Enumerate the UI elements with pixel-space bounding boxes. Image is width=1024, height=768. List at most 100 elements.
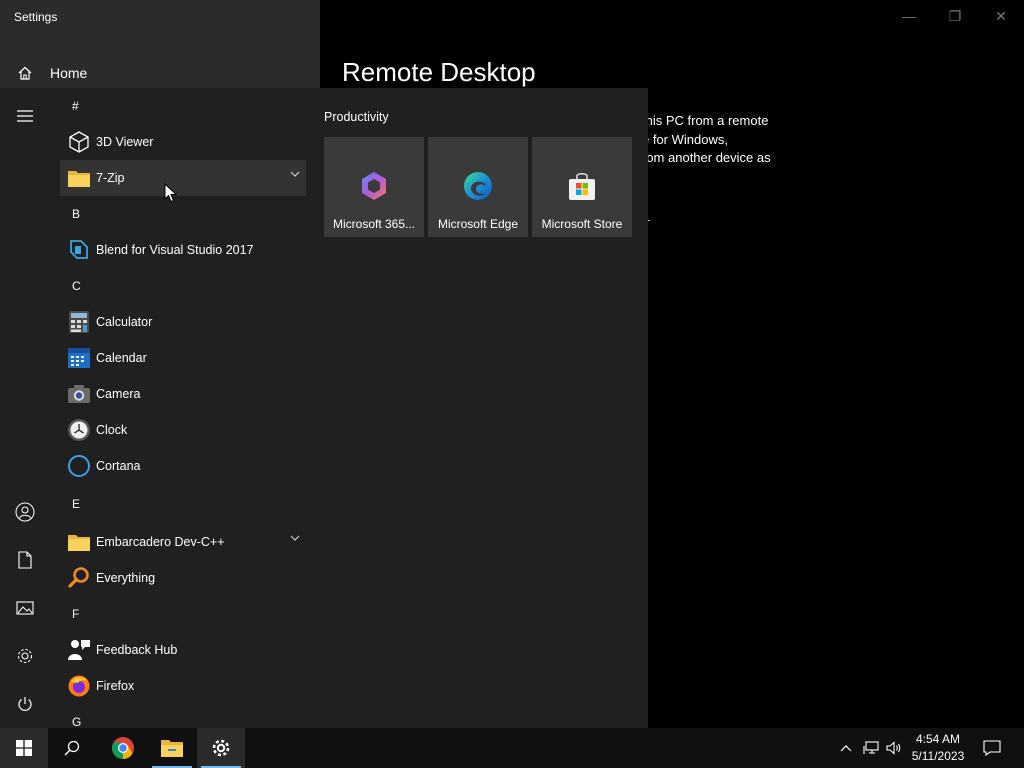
start-menu: # 3D Viewer 7-Zip B Blend for Visual Stu… (0, 88, 648, 728)
start-button[interactable] (0, 728, 48, 768)
list-item[interactable]: Calendar (60, 340, 306, 376)
list-item[interactable]: Embarcadero Dev-C++ (60, 524, 306, 560)
app-label: 7-Zip (96, 171, 125, 185)
action-center-button[interactable] (976, 728, 1008, 768)
app-label: Feedback Hub (96, 643, 178, 657)
minimize-icon: — (902, 8, 916, 24)
hamburger-icon (17, 110, 33, 122)
volume-button[interactable] (884, 728, 904, 768)
window-controls: — ❐ ✕ (886, 0, 1024, 32)
app-label: Camera (96, 387, 141, 401)
volume-icon (886, 741, 901, 755)
taskbar-settings[interactable] (197, 728, 245, 768)
microsoft-365-icon (362, 172, 386, 200)
list-item[interactable]: 7-Zip (60, 160, 306, 196)
firefox-icon (63, 674, 95, 698)
restore-button[interactable]: ❐ (932, 0, 978, 32)
calculator-icon (63, 310, 95, 334)
taskbar-clock[interactable]: 4:54 AM 5/11/2023 (908, 731, 968, 765)
tile-microsoft-store[interactable]: Microsoft Store (532, 137, 632, 237)
list-item[interactable]: Clock (60, 412, 306, 448)
tile-microsoft-365[interactable]: Microsoft 365... (324, 137, 424, 237)
group-letter: # (72, 99, 79, 113)
app-list: # 3D Viewer 7-Zip B Blend for Visual Stu… (60, 88, 306, 728)
settings-button[interactable] (0, 636, 50, 676)
clock-date: 5/11/2023 (911, 749, 965, 763)
list-item[interactable]: Camera (60, 376, 306, 412)
edge-icon (464, 172, 492, 200)
folder-icon (63, 166, 95, 190)
group-header[interactable]: F (60, 596, 306, 632)
list-item[interactable]: 3D Viewer (60, 124, 306, 160)
group-letter: B (72, 207, 81, 221)
clock-time: 4:54 AM (915, 732, 961, 746)
app-label: Cortana (96, 459, 141, 473)
store-icon (569, 172, 595, 200)
group-header[interactable]: # (60, 88, 306, 124)
list-item[interactable]: Calculator (60, 304, 306, 340)
tile-microsoft-edge[interactable]: Microsoft Edge (428, 137, 528, 237)
list-item[interactable]: Firefox (60, 668, 306, 704)
expand-menu-button[interactable] (0, 96, 50, 136)
tile-group-title: Productivity (324, 110, 389, 124)
documents-button[interactable] (0, 540, 50, 580)
page-title: Remote Desktop (342, 57, 536, 87)
description-line: rom another device as (642, 150, 771, 165)
document-icon (18, 551, 32, 569)
group-letter: E (72, 497, 81, 511)
account-button[interactable] (0, 492, 50, 532)
network-button[interactable] (860, 728, 882, 768)
chevron-down-icon[interactable] (290, 171, 300, 177)
description-line: e for Windows, (642, 131, 728, 147)
group-header[interactable]: E (60, 484, 306, 524)
group-header[interactable]: C (60, 268, 306, 304)
cortana-icon (63, 454, 95, 478)
remote-desktop-description: this PC from a remote e for Windows, rom… (642, 112, 812, 168)
picture-icon (16, 601, 34, 615)
clock-icon (63, 418, 95, 442)
close-icon: ✕ (995, 7, 1007, 24)
list-item[interactable]: Feedback Hub (60, 632, 306, 668)
camera-icon (63, 382, 95, 406)
minimize-button[interactable]: — (886, 0, 932, 32)
list-item[interactable]: Blend for Visual Studio 2017 (60, 232, 306, 268)
file-explorer-icon (161, 740, 183, 757)
app-label: Clock (96, 423, 128, 437)
notification-icon (983, 740, 1001, 756)
power-button[interactable] (0, 684, 50, 724)
app-label: Calendar (96, 351, 147, 365)
group-header[interactable]: B (60, 196, 306, 232)
network-icon (863, 741, 879, 754)
start-rail (0, 88, 50, 728)
app-label: 3D Viewer (96, 135, 154, 149)
windows-logo-icon (16, 740, 32, 756)
show-hidden-icons-button[interactable] (836, 728, 856, 768)
tile-label: Microsoft Edge (437, 217, 519, 231)
app-label: Everything (96, 571, 156, 585)
power-icon (18, 697, 32, 711)
group-letter: F (72, 607, 80, 621)
app-label: Calculator (96, 315, 153, 329)
close-button[interactable]: ✕ (978, 0, 1024, 32)
taskbar-file-explorer[interactable] (148, 728, 196, 768)
window-title: Settings (14, 10, 58, 24)
tile-label: Microsoft Store (541, 217, 623, 231)
gear-icon (17, 648, 33, 664)
list-item[interactable]: Cortana (60, 448, 306, 484)
chevron-up-icon (840, 745, 852, 752)
calendar-icon (63, 346, 95, 370)
settings-gear-icon (212, 739, 230, 757)
taskbar-search-button[interactable] (48, 728, 96, 768)
app-label: Blend for Visual Studio 2017 (96, 243, 254, 257)
taskbar-chrome[interactable] (99, 728, 147, 768)
restore-icon: ❐ (948, 7, 962, 24)
chevron-down-icon[interactable] (290, 535, 300, 541)
home-label: Home (50, 65, 88, 81)
cube-icon (63, 130, 95, 154)
nav-home[interactable]: Home (0, 60, 320, 86)
list-item[interactable]: Everything (60, 560, 306, 596)
group-header[interactable]: G (60, 704, 306, 728)
pictures-button[interactable] (0, 588, 50, 628)
app-label: Firefox (96, 679, 135, 693)
user-icon (15, 502, 35, 522)
